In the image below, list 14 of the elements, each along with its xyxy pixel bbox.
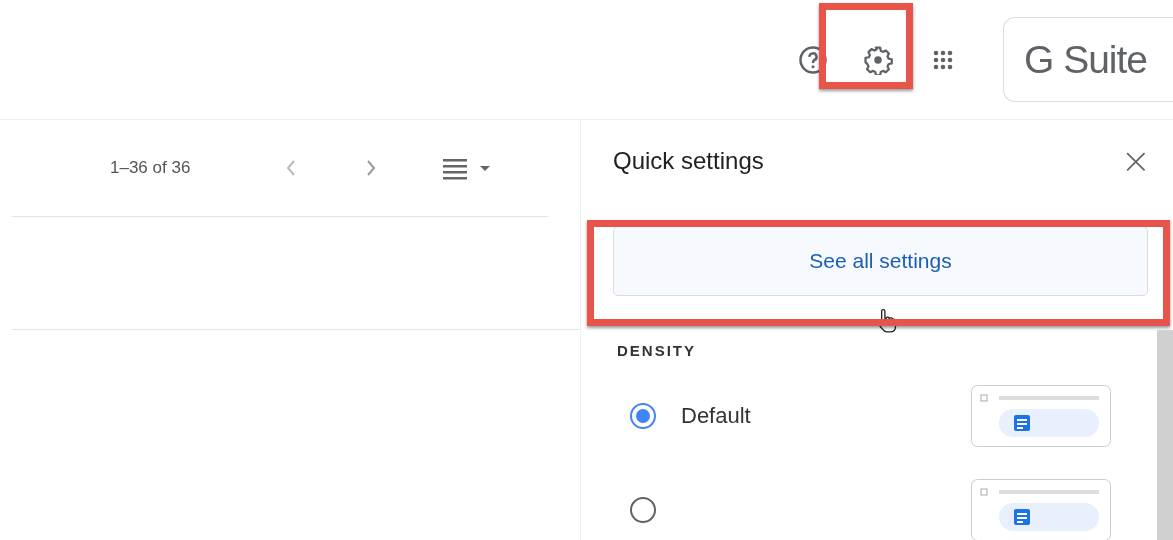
radio-button[interactable] — [630, 403, 656, 429]
page-range: 1–36 of 36 — [110, 158, 192, 178]
product-logo[interactable]: G Suite — [1003, 17, 1173, 102]
scrollbar[interactable] — [1157, 330, 1173, 540]
option-label: Default — [681, 403, 751, 429]
view-menu-icon[interactable] — [443, 156, 491, 180]
panel-title: Quick settings — [613, 146, 764, 175]
see-all-settings-button[interactable]: See all settings — [613, 226, 1148, 296]
settings-icon[interactable] — [863, 44, 893, 75]
close-button[interactable]: × — [1120, 142, 1151, 179]
radio-button[interactable] — [630, 497, 656, 523]
next-icon[interactable] — [365, 158, 377, 178]
density-preview-icon — [971, 385, 1111, 447]
section-heading: DENSITY — [617, 342, 697, 359]
